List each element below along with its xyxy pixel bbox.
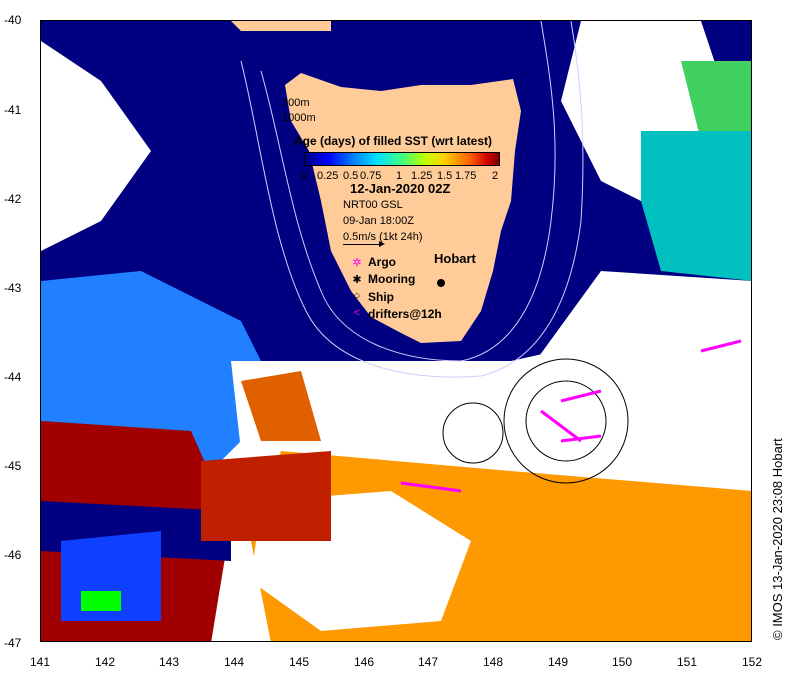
lat-tick-label: -43 <box>4 281 22 295</box>
lat-tick-label: -41 <box>4 103 22 117</box>
lat-tick-label: -47 <box>4 636 22 650</box>
colorbar-tick: 0 <box>301 170 308 182</box>
age-colorbar <box>304 152 500 166</box>
lon-tick-label: 141 <box>29 655 51 669</box>
lon-tick-label: 152 <box>741 655 763 669</box>
colorbar-tick: 1.75 <box>455 170 477 182</box>
ship-icon: ○ <box>353 290 361 302</box>
hobart-marker-icon <box>437 279 445 287</box>
legend-ship: Ship <box>368 290 394 304</box>
city-label: Hobart <box>434 251 476 266</box>
lat-tick-label: -44 <box>4 370 22 384</box>
legend-argo: Argo <box>368 255 396 269</box>
legend-drifters: drifters@12h <box>368 307 442 321</box>
lon-tick-label: 151 <box>676 655 698 669</box>
lat-tick-label: -40 <box>4 13 22 27</box>
land-bass-strait <box>231 21 331 31</box>
model-name: NRT00 GSL <box>343 199 403 211</box>
green-spot-sw <box>81 591 121 611</box>
colorbar-title: Age (days) of filled SST (wrt latest) <box>294 134 493 148</box>
cyan-patch-east <box>641 131 751 281</box>
lon-tick-label: 144 <box>223 655 245 669</box>
darkred-band-mid <box>201 451 331 541</box>
contour-1000m-label: 1000m <box>282 112 316 124</box>
colorbar-tick: 2 <box>492 170 499 182</box>
lon-tick-label: 150 <box>611 655 633 669</box>
map-canvas <box>41 21 751 641</box>
velocity-scale-arrow-icon <box>343 241 385 247</box>
lon-tick-label: 148 <box>482 655 504 669</box>
lon-tick-label: 147 <box>417 655 439 669</box>
map-date: 12-Jan-2020 02Z <box>350 181 451 196</box>
sst-age-map[interactable] <box>40 20 752 642</box>
mooring-icon: ✱ <box>352 274 362 286</box>
lat-tick-label: -45 <box>4 459 22 473</box>
lon-tick-label: 145 <box>288 655 310 669</box>
argo-icon: ✲ <box>352 257 362 269</box>
lon-tick-label: 142 <box>94 655 116 669</box>
lon-tick-label: 146 <box>353 655 375 669</box>
credit-text: © IMOS 13-Jan-2020 23:08 Hobart <box>770 438 785 640</box>
lon-tick-label: 149 <box>547 655 569 669</box>
lon-tick-label: 143 <box>158 655 180 669</box>
colorbar-tick: 0.25 <box>317 170 339 182</box>
lat-tick-label: -42 <box>4 192 22 206</box>
model-time: 09-Jan 18:00Z <box>343 215 414 227</box>
lat-tick-label: -46 <box>4 548 22 562</box>
contour-200m-label: 200m <box>282 97 310 109</box>
legend-mooring: Mooring <box>368 272 416 286</box>
drifter-icon: < <box>353 307 361 319</box>
